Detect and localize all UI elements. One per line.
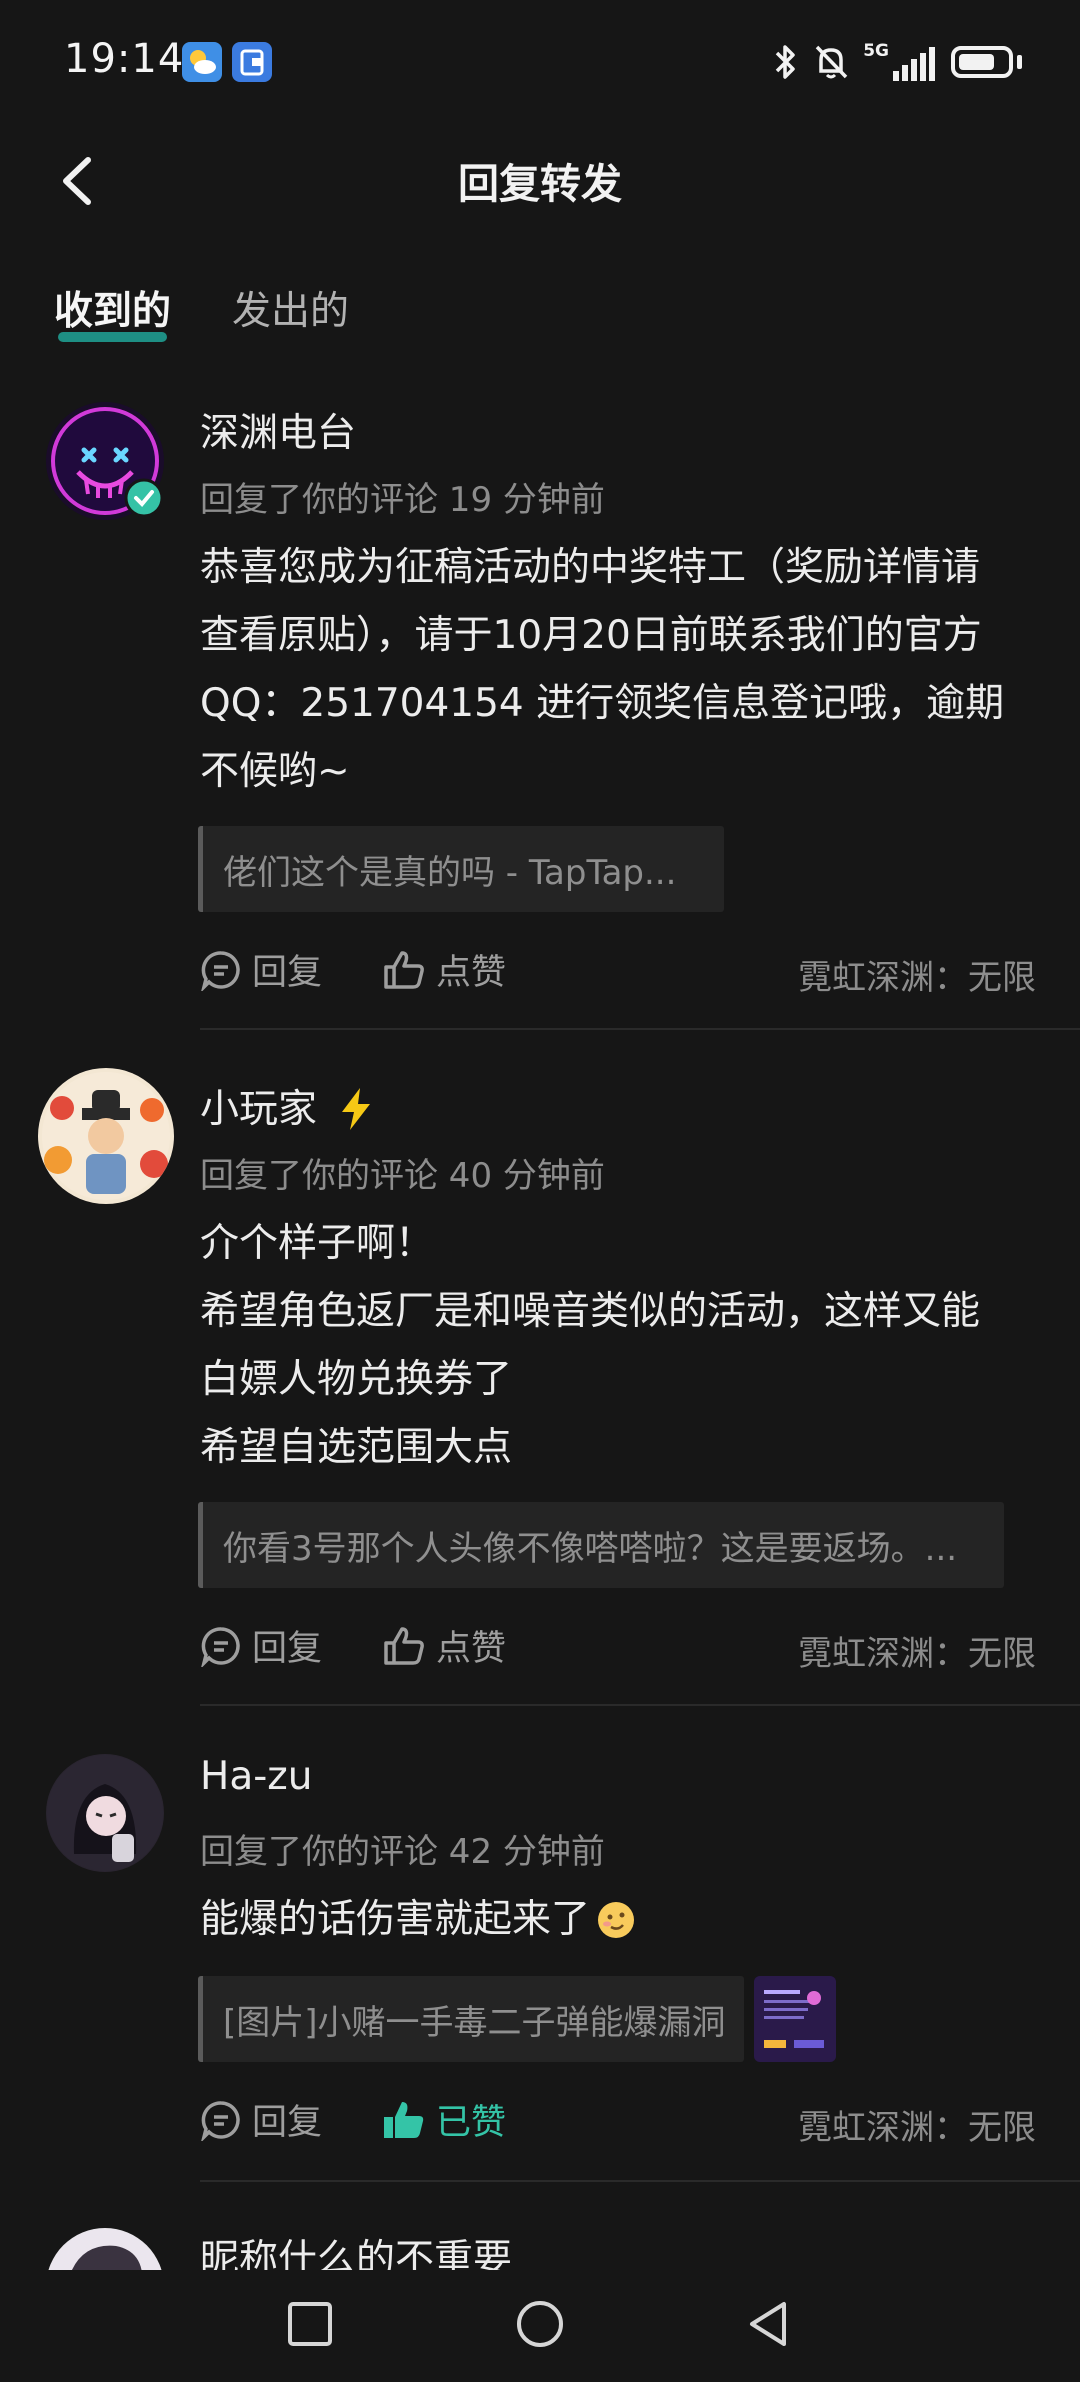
reply-label: 回复 [252,953,323,993]
tab-bar: 收到的 发出的 [0,270,1080,350]
reply-meta: 回复了你的评论 40 分钟前 [200,1156,605,1196]
like-label: 点赞 [436,953,507,993]
reply-button[interactable]: 回复 [200,944,322,995]
status-icons: 5G [773,42,1022,82]
mute-bell-icon [815,45,848,79]
action-row: 回复 点赞 霓虹深渊：无限 [200,1620,1036,1680]
reply-button[interactable]: 回复 [200,1620,322,1671]
cellular-signal: 5G [863,43,937,81]
reply-content[interactable]: 能爆的话伤害就起来了 [200,1886,1040,1954]
notification-item[interactable]: Ha-zu 回复了你的评论 42 分钟前 能爆的话伤害就起来了 [图片]小赌一手… [0,1754,1080,2184]
content-line: QQ：251704154 进行领奖信息登记哦，逾期 [200,681,1005,726]
battery-icon [951,46,1013,78]
user-name[interactable]: 昵称什么的不重要 [200,2228,512,2270]
avatar[interactable] [46,2228,164,2270]
content-line: 希望角色返厂是和噪音类似的活动，这样又能 [200,1289,981,1334]
quoted-comment-text: [图片]小赌一手毒二子弹能爆漏洞 [223,2002,726,2043]
thumbs-up-icon [384,950,424,989]
lightning-icon [342,1088,370,1130]
network-type: 5G [863,41,889,61]
tab-received-label: 收到的 [54,289,172,334]
smirk-emoji-icon [598,1902,635,1938]
notification-item[interactable]: 深渊电台 回复了你的评论 19 分钟前 恭喜您成为征稿活动的中奖特工（奖励详情请… [0,402,1080,1030]
divider [200,2180,1080,2182]
reply-meta: 回复了你的评论 42 分钟前 [200,1832,605,1872]
notification-item[interactable]: 昵称什么的不重要 [0,2228,1080,2270]
reply-label: 回复 [252,1629,323,1669]
wallet-app-icon [232,42,272,82]
home-circle-icon[interactable] [508,2292,572,2356]
system-nav-bar [0,2270,1080,2382]
reply-content[interactable]: 恭喜您成为征稿活动的中奖特工（奖励详情请 查看原贴），请于10月20日前联系我们… [200,534,1040,806]
comment-icon [201,1626,240,1667]
tab-sent[interactable]: 发出的 [232,280,349,336]
user-name[interactable]: Ha-zu [200,1754,313,1799]
content-line: 希望自选范围大点 [200,1425,513,1470]
comment-icon [201,2100,240,2141]
action-row: 回复 已赞 霓虹深渊：无限 [200,2094,1036,2154]
status-time: 19:14 [64,36,185,82]
like-button[interactable]: 点赞 [382,1620,506,1671]
header: 回复转发 [0,124,1080,234]
bluetooth-icon [775,45,795,79]
quoted-comment[interactable]: 你看3号那个人头像不像嗒嗒啦？这是要返场。... [198,1502,1004,1588]
content-line: 白嫖人物兑换券了 [200,1357,513,1402]
recents-square-icon[interactable] [278,2292,342,2356]
verified-badge-icon [124,478,164,518]
game-source[interactable]: 霓虹深渊：无限 [798,2100,1036,2149]
thumbs-up-filled-icon [384,2101,424,2138]
status-bar: 19:14 5G [0,0,1080,124]
game-source[interactable]: 霓虹深渊：无限 [798,1626,1036,1675]
like-label: 点赞 [436,1629,507,1669]
quoted-comment[interactable]: 佬们这个是真的吗 - TapTap... [198,826,724,912]
quoted-image-thumbnail[interactable] [754,1976,836,2062]
tab-received[interactable]: 收到的 [54,280,172,342]
back-triangle-icon[interactable] [738,2292,802,2356]
like-button[interactable]: 点赞 [382,944,506,995]
avatar[interactable] [38,1068,174,1204]
reply-label: 回复 [252,2103,323,2143]
game-source[interactable]: 霓虹深渊：无限 [798,950,1036,999]
content-line: 恭喜您成为征稿活动的中奖特工（奖励详情请 [200,545,981,590]
weather-app-icon [182,42,222,82]
signal-icon [893,47,935,81]
content-line: 不候哟~ [200,749,350,794]
user-name[interactable]: 小玩家 [200,1078,317,1134]
reply-content[interactable]: 介个样子啊！ 希望角色返厂是和噪音类似的活动，这样又能 白嫖人物兑换券了 希望自… [200,1210,1040,1482]
comment-icon [201,950,240,991]
action-row: 回复 点赞 霓虹深渊：无限 [200,944,1036,1004]
divider [200,1028,1080,1030]
like-button[interactable]: 已赞 [382,2094,506,2145]
quoted-comment[interactable]: [图片]小赌一手毒二子弹能爆漏洞 [198,1976,744,2062]
notification-item[interactable]: 小玩家 回复了你的评论 40 分钟前 介个样子啊！ 希望角色返厂是和噪音类似的活… [0,1068,1080,1706]
content-text: 能爆的话伤害就起来了 [200,1897,591,1942]
content-line: 能爆的话伤害就起来了 [200,1886,1040,1954]
thumbs-up-icon [384,1626,424,1665]
content-line: 查看原贴），请于10月20日前联系我们的官方 [200,613,982,658]
like-label: 已赞 [436,2103,507,2143]
content-line: 介个样子啊！ [200,1221,435,1266]
reply-meta: 回复了你的评论 19 分钟前 [200,480,605,520]
page-title: 回复转发 [458,160,622,208]
reply-button[interactable]: 回复 [200,2094,322,2145]
avatar[interactable] [46,1754,164,1872]
battery-tip [1017,55,1022,69]
user-name[interactable]: 深渊电台 [200,402,356,458]
divider [200,1704,1080,1706]
